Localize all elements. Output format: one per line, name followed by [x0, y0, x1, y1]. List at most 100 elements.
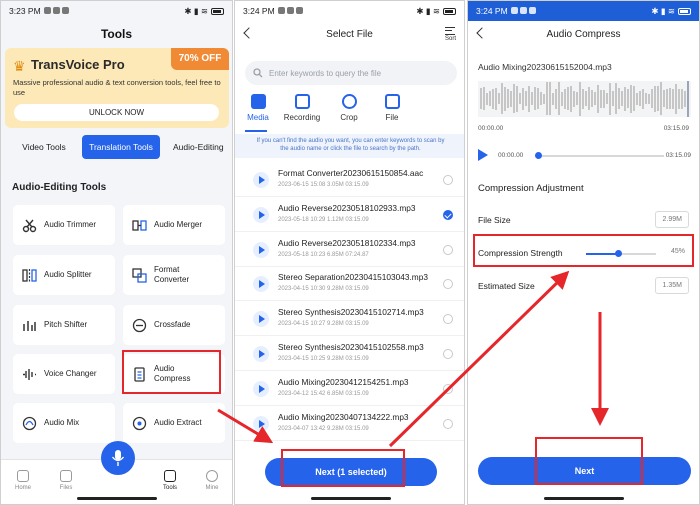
- waveform-bar: [552, 93, 554, 105]
- waveform[interactable]: [478, 81, 691, 117]
- status-time: 3:23 PM: [9, 6, 41, 16]
- audio-merger-card[interactable]: Audio Merger: [123, 205, 225, 245]
- tab-crop[interactable]: Crop: [326, 94, 372, 122]
- pitch-icon: [21, 317, 38, 334]
- total-time: 03:15.09: [665, 152, 691, 159]
- sort-button[interactable]: Sort: [445, 27, 456, 42]
- audio-mix-card[interactable]: Audio Mix: [13, 403, 115, 443]
- select-radio[interactable]: [443, 314, 453, 324]
- audio-extract-card[interactable]: Audio Extract: [123, 403, 225, 443]
- waveform-bar: [663, 90, 665, 107]
- play-icon[interactable]: [253, 242, 269, 258]
- select-radio-checked[interactable]: [443, 210, 453, 220]
- tab-audio-editing[interactable]: Audio-Editing: [165, 135, 232, 159]
- highlight-next: [535, 437, 643, 485]
- crown-icon: ♛: [13, 58, 26, 74]
- file-row[interactable]: Audio Reverse20230518102933.mp3 2023-05-1…: [235, 198, 464, 232]
- select-radio[interactable]: [443, 384, 453, 394]
- waveform-handle[interactable]: [687, 81, 689, 117]
- tab-crop-label: Crop: [340, 113, 358, 122]
- format-converter-card[interactable]: Format Converter: [123, 255, 225, 295]
- select-radio[interactable]: [443, 279, 453, 289]
- nav-tools[interactable]: Tools: [155, 470, 185, 491]
- file-meta: 2023-05-18 10:29 1.12M 03:15.09: [278, 217, 369, 223]
- tab-recording-label: Recording: [283, 113, 321, 122]
- folder-icon: [384, 94, 400, 109]
- select-radio[interactable]: [443, 349, 453, 359]
- pitch-shifter-card[interactable]: Pitch Shifter: [13, 305, 115, 345]
- select-radio[interactable]: [443, 245, 453, 255]
- waveform-bar: [672, 89, 674, 109]
- file-row[interactable]: Stereo Synthesis20230415102558.mp3 2023-0…: [235, 337, 464, 371]
- play-icon[interactable]: [253, 276, 269, 292]
- file-name: Audio Reverse20230518102334.mp3: [278, 238, 416, 248]
- play-icon[interactable]: [478, 149, 488, 161]
- waveform-bar: [495, 88, 497, 110]
- waveform-bar: [480, 88, 482, 109]
- waveform-bar: [501, 83, 503, 114]
- tool-label: Pitch Shifter: [44, 320, 88, 329]
- nav-mine[interactable]: Mine: [197, 470, 227, 491]
- promo-description: Massive professional audio & text conver…: [13, 78, 221, 97]
- waveform-bar: [597, 85, 599, 113]
- voice-changer-card[interactable]: Voice Changer: [13, 354, 115, 394]
- file-name: Stereo Synthesis20230415102714.mp3: [278, 307, 424, 317]
- tool-label: Audio Trimmer: [44, 220, 97, 229]
- convert-icon: [131, 267, 148, 284]
- waveform-bar: [612, 91, 614, 106]
- play-icon[interactable]: [253, 207, 269, 223]
- file-row[interactable]: Audio Mixing20230412154251.mp3 2023-04-12…: [235, 372, 464, 406]
- current-time: 00:00.00: [498, 152, 524, 159]
- tab-media[interactable]: Media: [235, 94, 281, 122]
- search-input[interactable]: Enter keywords to query the file: [245, 61, 457, 85]
- file-meta: 2023-04-07 13:42 9.28M 03:15.09: [278, 426, 369, 432]
- pro-promo-banner[interactable]: ♛ TransVoice Pro 70% OFF Massive profess…: [5, 48, 229, 128]
- waveform-bar: [621, 91, 623, 106]
- crossfade-card[interactable]: Crossfade: [123, 305, 225, 345]
- promo-title: TransVoice Pro: [31, 57, 125, 72]
- play-icon[interactable]: [253, 381, 269, 397]
- playback-thumb[interactable]: [535, 152, 542, 159]
- tool-label: Audio Merger: [154, 220, 203, 229]
- highlight-audio-compress: [122, 350, 221, 394]
- unlock-now-button[interactable]: UNLOCK NOW: [14, 104, 219, 121]
- waveform-bar: [564, 89, 566, 109]
- file-name: Audio Mixing20230407134222.mp3: [278, 412, 409, 422]
- waveform-bar: [678, 89, 680, 109]
- section-heading: Compression Adjustment: [478, 183, 584, 194]
- nav-home-label: Home: [14, 485, 31, 491]
- file-row[interactable]: Stereo Separation20230415103043.mp3 2023-…: [235, 267, 464, 301]
- play-icon[interactable]: [253, 346, 269, 362]
- waveform-bar: [519, 93, 521, 104]
- file-row[interactable]: Stereo Synthesis20230415102714.mp3 2023-0…: [235, 302, 464, 336]
- waveform-bar: [561, 92, 563, 106]
- playback-track[interactable]: [536, 155, 664, 157]
- file-row[interactable]: Audio Mixing20230407134222.mp3 2023-04-07…: [235, 407, 464, 441]
- audio-splitter-card[interactable]: Audio Splitter: [13, 255, 115, 295]
- record-button[interactable]: [101, 441, 135, 475]
- file-row[interactable]: Audio Reverse20230518102334.mp3 2023-05-1…: [235, 233, 464, 267]
- file-name: Audio Mixing20230615152004.mp3: [478, 62, 612, 72]
- tab-recording[interactable]: Recording: [279, 94, 325, 122]
- file-size-label: File Size: [478, 215, 511, 225]
- wave-start-time: 00:00.00: [478, 125, 504, 132]
- status-icons: ✱ ▮ ≋: [184, 6, 224, 17]
- tab-translation-tools[interactable]: Translation Tools: [82, 135, 160, 159]
- select-radio[interactable]: [443, 175, 453, 185]
- file-row[interactable]: Format Converter20230615150854.aac 2023-0…: [235, 163, 464, 197]
- nav-home[interactable]: Home: [8, 470, 38, 491]
- tab-file[interactable]: File: [369, 94, 415, 122]
- play-icon[interactable]: [253, 172, 269, 188]
- select-radio[interactable]: [443, 419, 453, 429]
- play-icon[interactable]: [253, 416, 269, 432]
- voice-changer-icon: [21, 366, 38, 383]
- play-icon[interactable]: [253, 311, 269, 327]
- crop-icon: [341, 94, 357, 109]
- files-icon: [60, 470, 72, 482]
- nav-files[interactable]: Files: [51, 470, 81, 491]
- nav-mine-label: Mine: [205, 485, 219, 491]
- waveform-bar: [654, 86, 656, 112]
- audio-trimmer-card[interactable]: Audio Trimmer: [13, 205, 115, 245]
- waveform-bar: [648, 94, 650, 104]
- tab-video-tools[interactable]: Video Tools: [9, 135, 79, 159]
